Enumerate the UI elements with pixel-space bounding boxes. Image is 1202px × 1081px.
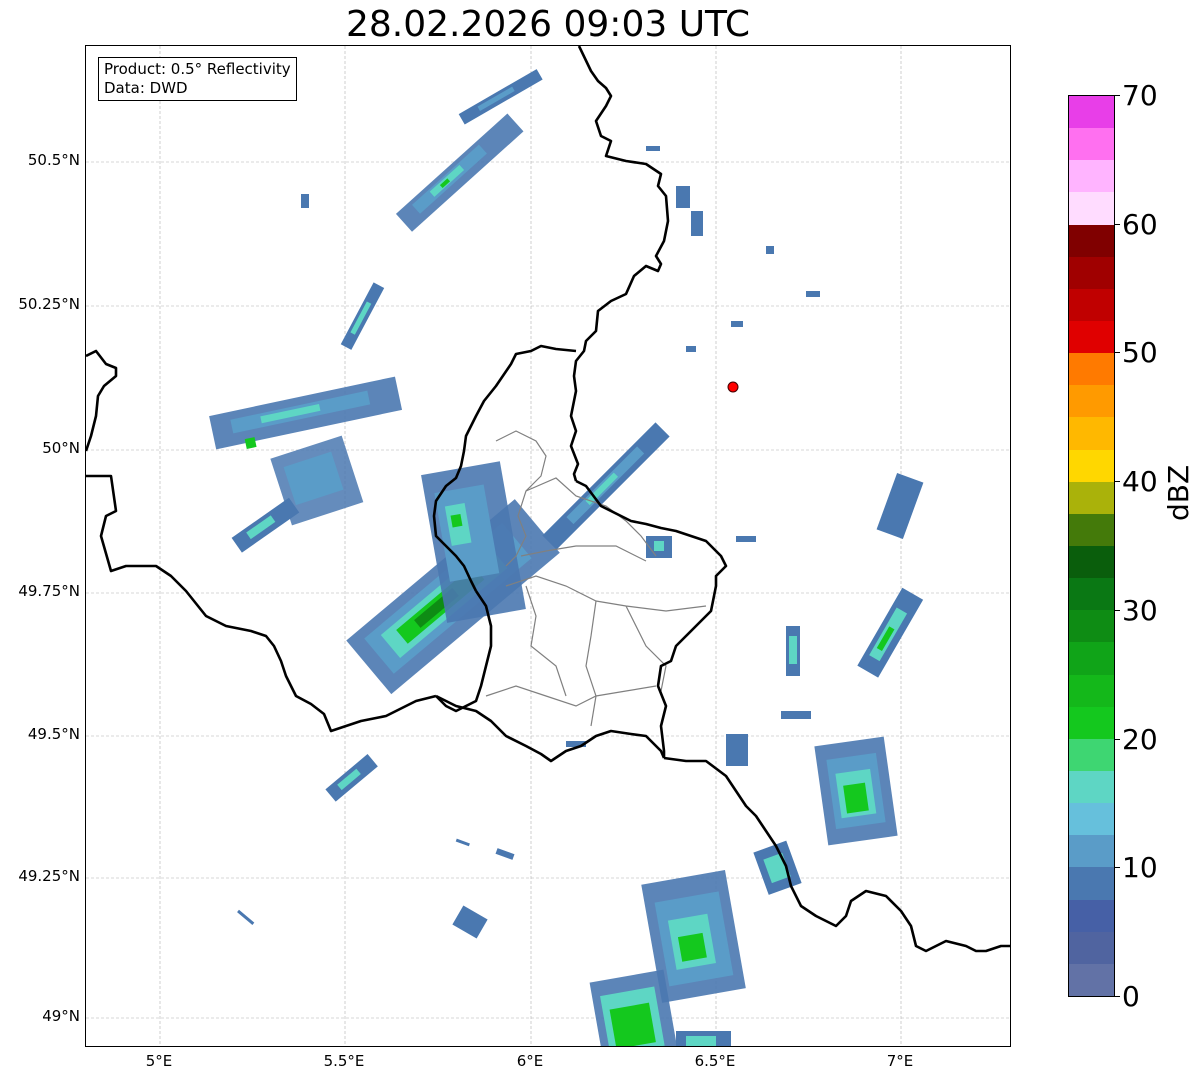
colorbar (1068, 95, 1115, 997)
lon-tick-label: 5.5°E (323, 1052, 365, 1070)
colorbar-segment (1069, 578, 1114, 611)
radar-site-marker[interactable] (727, 381, 739, 393)
colorbar-segment (1069, 256, 1114, 289)
echo-cell-northeast (646, 146, 924, 539)
colorbar-segment (1069, 353, 1114, 386)
radar-map-canvas[interactable] (86, 46, 1011, 1047)
echo-cell-south-2 (589, 969, 678, 1046)
colorbar-label: 40 (1122, 465, 1158, 498)
echo-cell-west-2 (209, 376, 403, 450)
colorbar-label: 0 (1122, 980, 1140, 1013)
lat-tick-label: 49.75°N (18, 582, 80, 600)
colorbar-tick (1115, 481, 1120, 482)
colorbar-label: 30 (1122, 594, 1158, 627)
colorbar-label: 10 (1122, 851, 1158, 884)
colorbar-segment (1069, 899, 1114, 932)
colorbar-segment (1069, 417, 1114, 450)
colorbar-tick (1115, 352, 1120, 353)
colorbar-segment (1069, 513, 1114, 547)
colorbar-segment (1069, 706, 1114, 739)
colorbar-tick (1115, 867, 1120, 868)
colorbar-segment (1069, 481, 1114, 514)
colorbar-segment (1069, 96, 1114, 129)
colorbar-label: 50 (1122, 336, 1158, 369)
colorbar-segment (1069, 963, 1114, 996)
colorbar-segment (1069, 931, 1114, 964)
data-source-label: Data: DWD (104, 79, 188, 97)
product-label: Product: 0.5° Reflectivity (104, 60, 291, 78)
radar-map[interactable] (85, 45, 1011, 1047)
colorbar-tick (1115, 224, 1120, 225)
product-info-box: Product: 0.5° Reflectivity Data: DWD (98, 57, 297, 101)
echo-cell-north (458, 69, 543, 125)
radar-echoes (209, 69, 924, 1046)
colorbar-label: 60 (1122, 208, 1158, 241)
colorbar-label: 20 (1122, 723, 1158, 756)
colorbar-segment (1069, 449, 1114, 482)
colorbar-segment (1069, 385, 1114, 418)
colorbar-segment (1069, 160, 1114, 193)
lat-tick-label: 49°N (42, 1007, 80, 1025)
map-title: 28.02.2026 09:03 UTC (345, 4, 751, 45)
colorbar-tick (1115, 95, 1120, 96)
echo-cell-east-4 (726, 626, 811, 766)
lat-tick-label: 50°N (42, 439, 80, 457)
colorbar-tick (1115, 996, 1120, 997)
echo-cell-east-border (542, 422, 670, 550)
colorbar-tick (1115, 739, 1120, 740)
colorbar-segment (1069, 867, 1114, 900)
lon-tick-label: 6.5°E (694, 1052, 736, 1070)
lat-tick-label: 49.5°N (27, 725, 80, 743)
lon-tick-label: 5°E (145, 1052, 173, 1070)
colorbar-segment (1069, 674, 1114, 707)
colorbar-segment (1069, 224, 1114, 257)
colorbar-segment (1069, 128, 1114, 161)
colorbar-tick (1115, 610, 1120, 611)
colorbar-segment (1069, 610, 1114, 643)
lat-tick-label: 50.25°N (18, 295, 80, 313)
colorbar-segment (1069, 192, 1114, 225)
colorbar-segment (1069, 771, 1114, 804)
echo-cell-southwest (325, 754, 378, 802)
lat-tick-label: 49.25°N (18, 867, 80, 885)
colorbar-label: 70 (1122, 79, 1158, 112)
colorbar-unit-label: dBZ (1162, 464, 1195, 521)
colorbar-segment (1069, 288, 1114, 322)
echo-cell-west-4 (231, 497, 300, 553)
colorbar-segment (1069, 835, 1114, 868)
lat-tick-label: 50.5°N (27, 151, 80, 169)
echo-cell-east-1 (857, 587, 924, 678)
lon-tick-label: 6°E (516, 1052, 544, 1070)
colorbar-segment (1069, 546, 1114, 579)
echo-cell-west-1 (340, 282, 385, 350)
echo-cell-east-2 (814, 736, 898, 846)
echo-cell-northwest (395, 113, 524, 232)
colorbar-segment (1069, 321, 1114, 354)
colorbar-segment (1069, 803, 1114, 836)
colorbar-segment (1069, 642, 1114, 675)
colorbar-segment (1069, 738, 1114, 772)
lon-tick-label: 7°E (886, 1052, 914, 1070)
